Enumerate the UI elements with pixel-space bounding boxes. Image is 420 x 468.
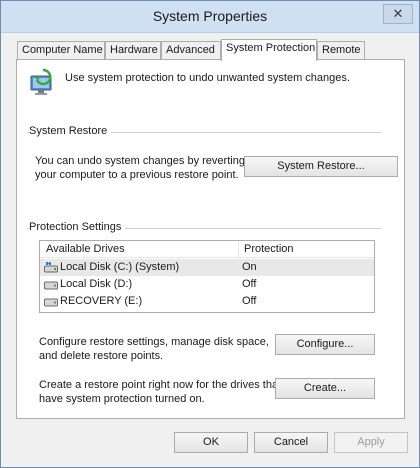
create-button[interactable]: Create... <box>275 378 375 399</box>
tab-hardware[interactable]: Hardware <box>105 41 161 60</box>
drive-row-e[interactable]: RECOVERY (E:) Off <box>40 293 374 310</box>
configure-description-line-1: Configure restore settings, manage disk … <box>39 336 269 348</box>
drive-name: Local Disk (C:) (System) <box>60 261 180 273</box>
create-description-line-2: have system protection turned on. <box>39 393 205 405</box>
drive-list[interactable]: Available Drives Protection Local Disk (… <box>39 240 375 313</box>
drive-row-d[interactable]: Local Disk (D:) Off <box>40 276 374 293</box>
drive-protection-status: On <box>242 261 257 273</box>
drive-protection-status: Off <box>242 278 257 290</box>
drive-name: Local Disk (D:) <box>60 278 133 290</box>
tab-computer-name[interactable]: Computer Name <box>17 41 105 60</box>
close-icon: ✕ <box>392 6 404 21</box>
tab-advanced[interactable]: Advanced <box>161 41 221 60</box>
apply-button[interactable]: Apply <box>334 432 408 453</box>
create-description-line-1: Create a restore point right now for the… <box>39 379 282 391</box>
configure-button[interactable]: Configure... <box>275 334 375 355</box>
configure-description-line-2: and delete restore points. <box>39 350 164 362</box>
column-protection[interactable]: Protection <box>244 243 294 255</box>
system-properties-window: System Properties ✕ Computer Name Hardwa… <box>0 0 420 468</box>
system-restore-description-line-2: your computer to a previous restore poin… <box>35 169 239 181</box>
system-protection-icon <box>30 68 52 95</box>
title-bar[interactable]: System Properties ✕ <box>1 1 419 33</box>
close-button[interactable]: ✕ <box>383 4 413 24</box>
system-restore-description-line-1: You can undo system changes by reverting <box>35 155 245 167</box>
drive-row-c[interactable]: Local Disk (C:) (System) On <box>40 259 374 276</box>
system-restore-button[interactable]: System Restore... <box>244 156 398 177</box>
system-drive-icon <box>44 262 58 273</box>
drive-list-header: Available Drives Protection <box>40 241 374 258</box>
protection-settings-heading: Protection Settings <box>29 221 126 233</box>
drive-icon <box>44 298 58 307</box>
intro-text: Use system protection to undo unwanted s… <box>65 72 350 84</box>
tab-remote[interactable]: Remote <box>317 41 365 60</box>
drive-protection-status: Off <box>242 295 257 307</box>
system-protection-panel: Use system protection to undo unwanted s… <box>16 59 405 419</box>
column-available-drives[interactable]: Available Drives <box>46 243 125 255</box>
drive-icon <box>44 281 58 290</box>
drive-name: RECOVERY (E:) <box>60 295 143 307</box>
tab-system-protection[interactable]: System Protection <box>221 39 317 61</box>
window-title: System Properties <box>152 8 268 24</box>
ok-button[interactable]: OK <box>174 432 248 453</box>
cancel-button[interactable]: Cancel <box>254 432 328 453</box>
system-restore-heading: System Restore <box>29 125 112 137</box>
column-separator <box>238 241 239 258</box>
